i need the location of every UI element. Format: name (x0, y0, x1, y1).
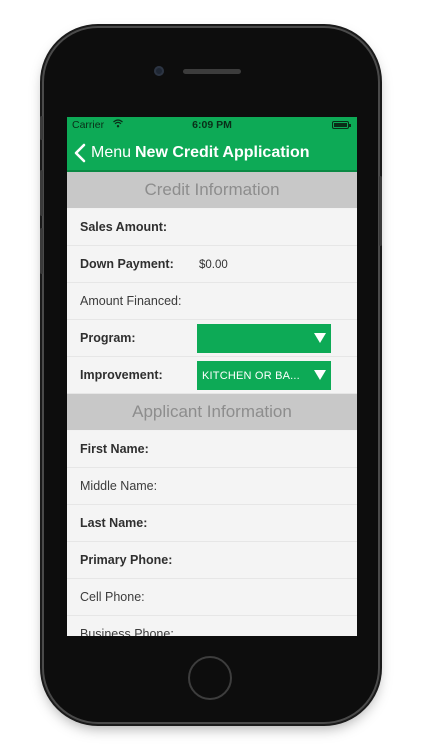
navigation-bar: Menu New Credit Application (67, 134, 357, 172)
first-name-row: First Name: (67, 431, 357, 468)
sales-amount-row: Sales Amount: (67, 209, 357, 246)
earpiece-speaker (183, 69, 241, 74)
improvement-row: Improvement: KITCHEN OR BA... (67, 357, 357, 394)
triangle-down-icon (314, 370, 326, 380)
primary-phone-label: Primary Phone: (80, 553, 173, 567)
page-title: New Credit Application (135, 144, 310, 161)
amount-financed-label: Amount Financed: (80, 294, 182, 308)
program-dropdown[interactable] (197, 324, 331, 353)
last-name-row: Last Name: (67, 505, 357, 542)
app-screen: Carrier 6:09 PM Menu New Credit Applicat… (67, 117, 357, 636)
sales-amount-input[interactable] (197, 213, 351, 243)
front-camera (154, 66, 164, 76)
cell-phone-label: Cell Phone: (80, 590, 145, 604)
middle-name-label: Middle Name: (80, 479, 158, 493)
down-payment-input[interactable] (197, 250, 351, 280)
volume-down-button (40, 228, 43, 274)
first-name-label: First Name: (80, 442, 149, 456)
home-button[interactable] (188, 656, 232, 700)
last-name-label: Last Name: (80, 516, 148, 530)
improvement-dropdown-value: KITCHEN OR BA... (202, 370, 300, 382)
improvement-label: Improvement: (80, 368, 163, 382)
last-name-input[interactable] (197, 509, 351, 539)
amount-financed-row: Amount Financed: (67, 283, 357, 320)
applicant-info-header: Applicant Information (67, 394, 357, 430)
power-button (379, 176, 382, 246)
back-button-label: Menu (91, 144, 132, 161)
chevron-left-icon (74, 143, 86, 163)
program-label: Program: (80, 331, 136, 345)
middle-name-row: Middle Name: (67, 468, 357, 505)
triangle-down-icon (314, 333, 326, 343)
business-phone-label: Business Phone: (80, 627, 174, 636)
down-payment-label: Down Payment: (80, 257, 174, 271)
first-name-input[interactable] (197, 435, 351, 465)
business-phone-input[interactable] (197, 620, 351, 636)
sales-amount-label: Sales Amount: (80, 220, 168, 234)
down-payment-row: Down Payment: (67, 246, 357, 283)
business-phone-row: Business Phone: (67, 616, 357, 636)
middle-name-input[interactable] (197, 472, 351, 502)
credit-info-header: Credit Information (67, 172, 357, 208)
primary-phone-row: Primary Phone: (67, 542, 357, 579)
app-store-screenshot: Carrier 6:09 PM Menu New Credit Applicat… (0, 0, 422, 750)
mute-switch (40, 116, 43, 140)
status-time: 6:09 PM (192, 119, 232, 131)
volume-up-button (40, 170, 43, 216)
program-row: Program: (67, 320, 357, 357)
cell-phone-input[interactable] (197, 583, 351, 613)
battery-icon (332, 121, 351, 129)
improvement-dropdown[interactable]: KITCHEN OR BA... (197, 361, 331, 390)
back-button[interactable]: Menu (71, 140, 131, 166)
status-bar: Carrier 6:09 PM (67, 117, 357, 134)
primary-phone-input[interactable] (197, 546, 351, 576)
cell-phone-row: Cell Phone: (67, 579, 357, 616)
